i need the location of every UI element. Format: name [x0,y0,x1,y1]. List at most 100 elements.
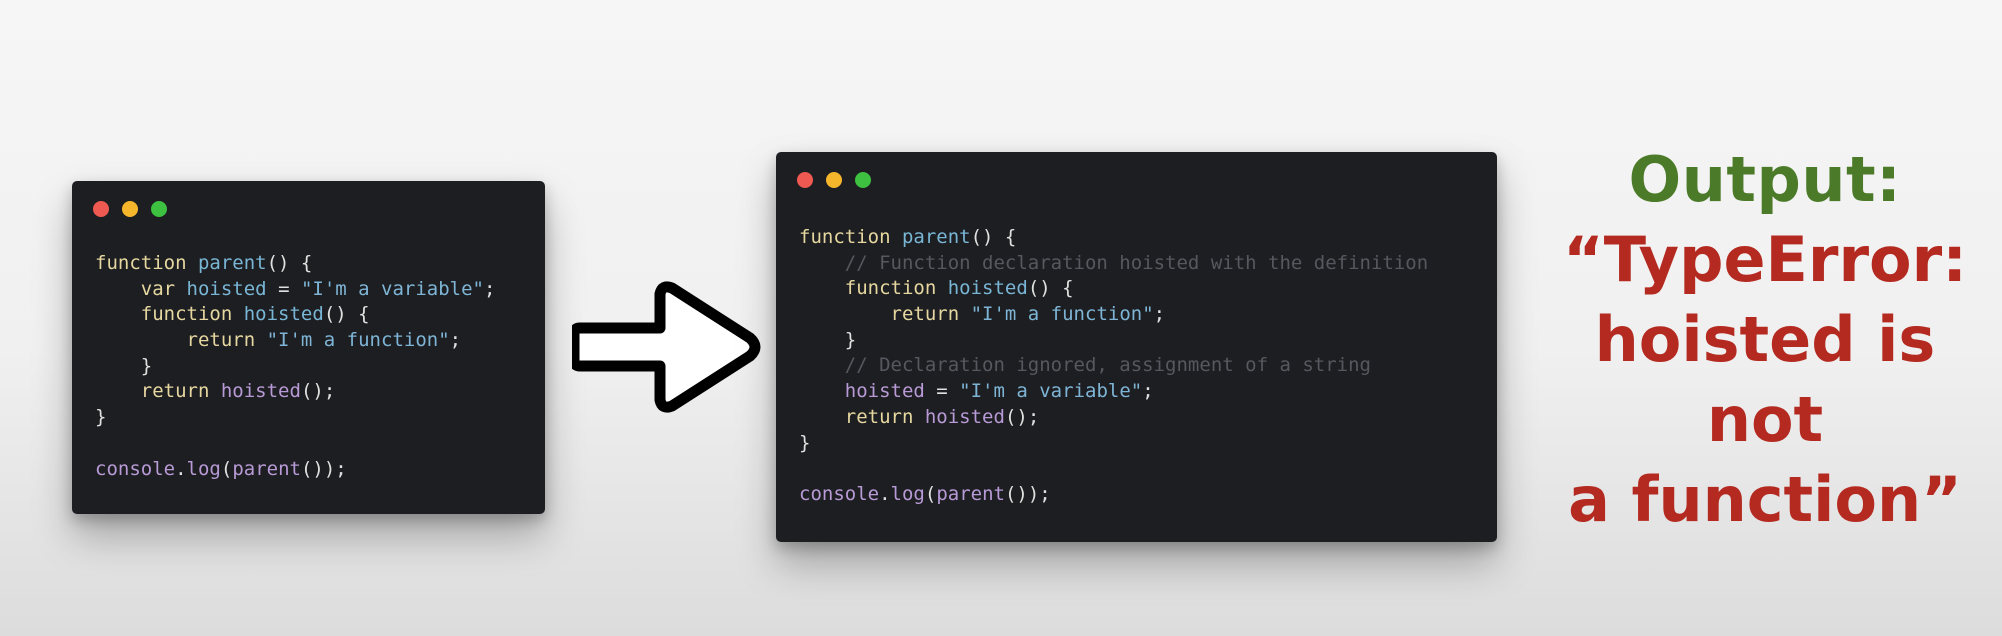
code-line: var hoisted = "I'm a variable"; [95,277,496,303]
code-token: hoisted [186,277,267,300]
code-line: // Declaration ignored, assignment of a … [799,353,1428,379]
code-token: parent [901,226,971,248]
code-token: return [890,303,960,326]
code-token: parent [232,457,301,480]
output-title: Output: [1628,143,1902,216]
code-token: log [890,482,925,505]
code-token: function [844,277,937,300]
code-token: log [186,457,221,480]
code-token: . [175,457,187,480]
code-token: hoisted [947,277,1028,300]
code-line: return hoisted(); [799,405,1428,431]
close-dot-icon [797,172,813,188]
code-window-hoisted: function parent() { // Function declarat… [776,152,1497,542]
code-token: return [844,405,914,428]
code-block-original: function parent() { var hoisted = "I'm a… [95,251,495,482]
code-token: function [799,226,891,248]
code-token: parent [936,482,1005,505]
code-line: } [799,328,1428,354]
code-line: function parent() { [799,225,1428,251]
minimize-dot-icon [122,201,138,217]
maximize-dot-icon [151,201,167,217]
code-token: hoisted [243,303,324,326]
code-line: // Function declaration hoisted with the… [799,251,1428,277]
code-line: return hoisted(); [95,379,495,405]
code-line: function hoisted() { [799,276,1428,302]
code-token: "I'm a variable" [959,380,1143,403]
code-token: return [140,380,210,403]
right-arrow-icon [572,281,761,413]
code-token: ; [483,277,496,300]
code-token: } [95,354,153,377]
code-token: // Declaration ignored, assignment of a … [844,354,1371,377]
code-token: "I'm a variable" [300,277,484,300]
output-message-line: a function” [1568,463,1962,536]
code-token: ( [924,482,937,505]
code-token: (); [1004,405,1040,428]
code-token: () { [1027,277,1074,300]
code-token: hoisted [220,380,301,403]
code-line: function parent() { [95,251,495,277]
code-token: ; [1153,303,1166,326]
code-token: () { [323,303,370,326]
code-token: ; [449,329,462,352]
code-line: } [95,354,495,380]
code-token: } [799,328,857,351]
code-token: hoisted [924,405,1005,428]
code-token: (); [300,380,336,403]
code-line: } [95,405,495,431]
code-token: () { [970,226,1017,248]
window-controls [93,201,167,217]
code-token: console [95,457,176,480]
code-token: console [799,482,880,505]
code-line: function hoisted() { [95,302,495,328]
code-line: hoisted = "I'm a variable"; [799,379,1428,405]
code-token: ; [1142,380,1154,403]
code-token: = [266,277,301,300]
code-token: () { [266,252,313,274]
code-block-hoisted: function parent() { // Function declarat… [799,225,1428,508]
code-token: ()); [300,457,347,480]
code-token: } [95,406,107,429]
code-token: // Function declaration hoisted with the… [844,251,1429,274]
output-message-line: “TypeError: [1563,223,1967,296]
code-line: return "I'm a function"; [799,302,1428,328]
code-token: ()); [1004,482,1051,505]
maximize-dot-icon [855,172,871,188]
code-token: hoisted [844,380,925,403]
code-line: return "I'm a function"; [95,328,495,354]
code-token: ( [220,457,233,480]
output-panel: Output: “TypeError: hoisted is not a fun… [1530,140,2000,540]
code-token: "I'm a function" [266,329,450,352]
code-token: function [140,303,233,326]
code-token: return [186,329,256,352]
code-line: } [799,431,1428,457]
code-token: parent [197,252,267,274]
code-line: console.log(parent()); [799,482,1428,508]
code-token: "I'm a function" [970,303,1154,326]
output-message-line: hoisted is not [1594,303,1936,456]
code-line: console.log(parent()); [95,457,495,483]
code-token: function [95,252,187,274]
code-token: = [924,380,960,403]
